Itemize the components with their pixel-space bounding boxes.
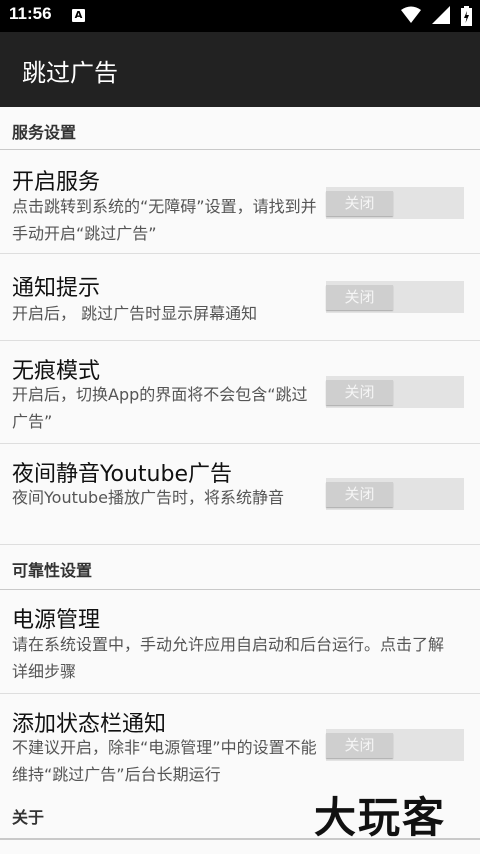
pref-summary-power: 请在系统设置中，手动允许应用自启动和后台运行。点击了解详细步骤 — [12, 635, 445, 681]
signal-icon — [431, 6, 450, 24]
night-mute-switch-label: 关闭 — [326, 482, 393, 507]
category-service: 服务设置 — [0, 107, 480, 150]
pref-summary-night-mute: 夜间Youtube播放广告时，将系统静音 — [12, 488, 284, 507]
notification-app-icon: A — [72, 9, 85, 22]
pref-summary-status-notify: 不建议开启，除非“电源管理”中的设置不能维持“跳过广告”后台长期运行 — [12, 738, 317, 784]
pref-open-service[interactable]: 开启服务 点击跳转到系统的“无障碍”设置，请找到并手动开启“跳过广告” 关闭 — [0, 150, 480, 254]
category-label-service: 服务设置 — [12, 123, 77, 142]
pref-summary-notify: 开启后， 跳过广告时显示屏幕通知 — [12, 304, 258, 323]
battery-charging-icon — [461, 6, 472, 26]
night-mute-switch[interactable]: 关闭 — [326, 478, 464, 510]
app-bar: 跳过广告 — [0, 32, 480, 107]
pref-incognito[interactable]: 无痕模式 开启后，切换App的界面将不会包含“跳过广告” 关闭 — [0, 341, 480, 444]
notify-switch[interactable]: 关闭 — [326, 281, 464, 313]
pref-status-notify[interactable]: 添加状态栏通知 不建议开启，除非“电源管理”中的设置不能维持“跳过广告”后台长期… — [0, 694, 480, 796]
pref-title-power: 电源管理 — [12, 608, 101, 633]
status-notify-switch-label: 关闭 — [326, 733, 393, 758]
open-service-switch[interactable]: 关闭 — [326, 187, 464, 219]
open-service-switch-label: 关闭 — [326, 191, 393, 216]
pref-power[interactable]: 电源管理 请在系统设置中，手动允许应用自启动和后台运行。点击了解详细步骤 — [0, 590, 480, 694]
app-title: 跳过广告 — [22, 59, 118, 87]
incognito-switch-label: 关闭 — [326, 380, 393, 405]
pref-title-notify: 通知提示 — [12, 276, 101, 301]
category-label-about: 关于 — [12, 808, 45, 827]
status-time: 11:56 — [9, 4, 52, 23]
pref-summary-open-service: 点击跳转到系统的“无障碍”设置，请找到并手动开启“跳过广告” — [12, 197, 317, 243]
settings-list[interactable]: 服务设置 开启服务 点击跳转到系统的“无障碍”设置，请找到并手动开启“跳过广告”… — [0, 107, 480, 840]
watermark-logo: 大玩客 — [314, 793, 447, 842]
pref-night-mute[interactable]: 夜间静音Youtube广告 夜间Youtube播放广告时，将系统静音 关闭 — [0, 444, 480, 545]
status-icons — [395, 6, 472, 26]
wifi-icon — [400, 6, 421, 23]
status-notify-switch[interactable]: 关闭 — [326, 729, 464, 761]
incognito-switch[interactable]: 关闭 — [326, 376, 464, 408]
pref-summary-incognito: 开启后，切换App的界面将不会包含“跳过广告” — [12, 385, 308, 431]
pref-notify[interactable]: 通知提示 开启后， 跳过广告时显示屏幕通知 关闭 — [0, 254, 480, 341]
notify-switch-label: 关闭 — [326, 285, 393, 310]
status-bar: 11:56 A — [0, 0, 480, 32]
category-label-reliability: 可靠性设置 — [12, 561, 93, 580]
category-reliability: 可靠性设置 — [0, 545, 480, 590]
pref-title-open-service: 开启服务 — [12, 170, 101, 195]
